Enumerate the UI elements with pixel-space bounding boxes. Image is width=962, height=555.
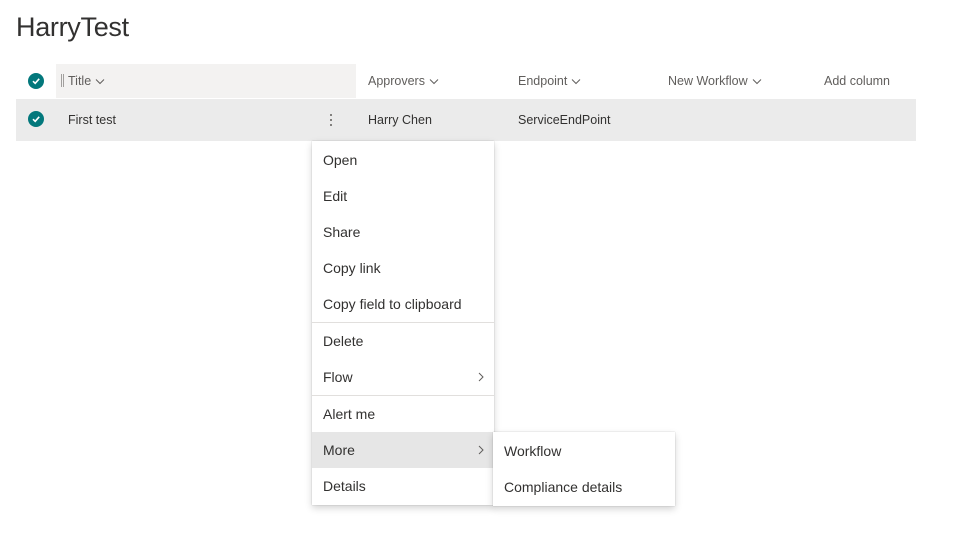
menu-item-edit[interactable]: Edit (312, 178, 494, 214)
menu-item-share[interactable]: Share (312, 214, 494, 250)
select-all-check-icon[interactable] (28, 73, 44, 89)
chevron-down-icon (429, 78, 439, 84)
chevron-right-icon (478, 445, 484, 455)
row-selected-check-icon[interactable] (28, 111, 44, 127)
column-endpoint-label: Endpoint (518, 74, 568, 88)
column-resize-grip-icon[interactable] (61, 74, 64, 87)
row-approvers-cell[interactable]: Harry Chen (368, 113, 432, 127)
menu-item-copy-field[interactable]: Copy field to clipboard (312, 286, 494, 322)
column-approvers-label: Approvers (368, 74, 425, 88)
column-title-label: Title (68, 74, 92, 88)
column-header-row: Title Approvers Endpoint New Workflow Ad… (16, 64, 916, 98)
column-header-approvers[interactable]: Approvers (368, 74, 439, 88)
menu-item-more-label: More (323, 442, 355, 458)
row-title-cell[interactable]: First test (68, 113, 116, 127)
menu-item-delete[interactable]: Delete (312, 323, 494, 359)
menu-item-alert-me[interactable]: Alert me (312, 396, 494, 432)
column-new-workflow-label: New Workflow (668, 74, 748, 88)
context-menu: Open Edit Share Copy link Copy field to … (312, 141, 494, 505)
more-vertical-icon[interactable] (322, 107, 340, 133)
list-view: Title Approvers Endpoint New Workflow Ad… (16, 64, 916, 141)
chevron-down-icon (95, 78, 105, 84)
more-submenu: Workflow Compliance details (493, 432, 675, 506)
menu-item-open[interactable]: Open (312, 142, 494, 178)
menu-item-more[interactable]: More (312, 432, 494, 468)
column-header-endpoint[interactable]: Endpoint (518, 74, 581, 88)
page-title: HarryTest (16, 12, 129, 42)
menu-item-flow-label: Flow (323, 369, 353, 385)
row-endpoint-cell[interactable]: ServiceEndPoint (518, 113, 610, 127)
menu-item-flow[interactable]: Flow (312, 359, 494, 395)
submenu-item-compliance-details[interactable]: Compliance details (493, 469, 675, 505)
column-header-new-workflow[interactable]: New Workflow (668, 74, 762, 88)
chevron-right-icon (478, 372, 484, 382)
add-column-button[interactable]: Add column (824, 74, 890, 88)
chevron-down-icon (572, 78, 581, 84)
column-header-title[interactable]: Title (56, 64, 356, 98)
add-column-label: Add column (824, 74, 891, 88)
chevron-down-icon (752, 78, 762, 84)
menu-item-copy-link[interactable]: Copy link (312, 250, 494, 286)
submenu-item-workflow[interactable]: Workflow (493, 433, 675, 469)
menu-item-details[interactable]: Details (312, 468, 494, 504)
table-row[interactable]: First test Harry Chen ServiceEndPoint (16, 99, 916, 141)
